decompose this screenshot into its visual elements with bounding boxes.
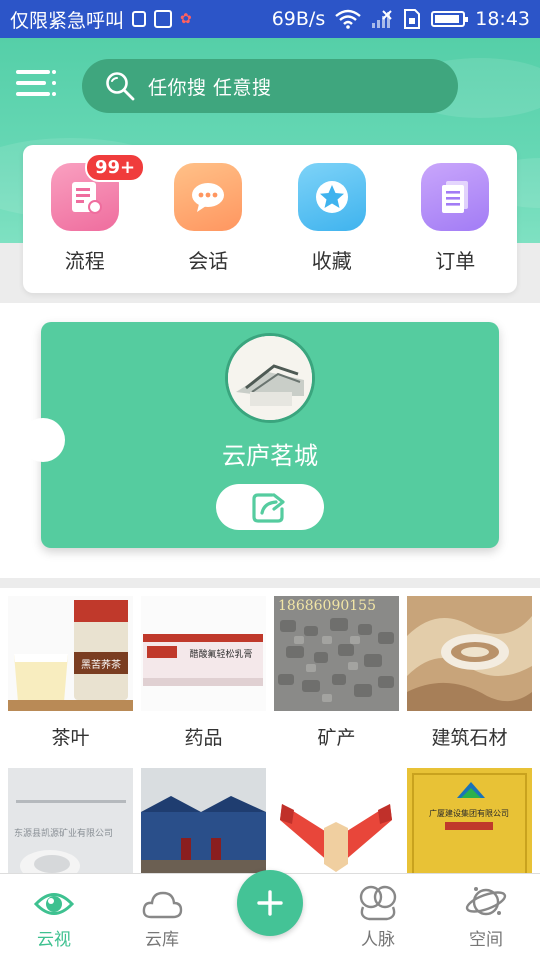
gravel-image: 18686090155	[274, 596, 399, 711]
category-label: 药品	[184, 727, 223, 749]
signal-icon	[372, 10, 392, 28]
medicine-product-image: 醋酸氟轻松乳膏	[141, 596, 266, 711]
warehouse-image	[141, 768, 266, 883]
nav-label: 云视	[37, 930, 71, 950]
huawei-icon: ✿	[180, 11, 192, 27]
category-label: 建筑石材	[431, 727, 508, 749]
status-bar: 仅限紧急呼叫 ✿ 69B/s 18:43	[0, 0, 540, 38]
gallery-icon	[154, 10, 173, 28]
nav-item-yunku[interactable]: 云库	[108, 874, 216, 960]
planet-icon	[465, 887, 507, 916]
category-label: 矿产	[317, 727, 356, 749]
wifi-icon	[335, 9, 362, 29]
notification-badge: 99+	[85, 153, 146, 182]
eye-icon	[34, 893, 74, 915]
share-button[interactable]	[216, 484, 324, 530]
featured-section: 云庐茗城	[0, 303, 540, 578]
menu-button[interactable]	[16, 68, 56, 98]
tea-package-text: 黑苦荞茶	[81, 658, 121, 671]
carrier-text: 仅限紧急呼叫	[10, 9, 125, 32]
battery-icon	[431, 11, 469, 27]
sim-icon	[132, 11, 147, 27]
powder-product-image: 东源县凯源矿业有限公司	[8, 768, 133, 883]
sim-card-icon	[404, 9, 421, 29]
nav-item-kongjian[interactable]: 空间	[432, 874, 540, 960]
mining-company-text: 东源县凯源矿业有限公司	[14, 827, 113, 839]
chat-bubble-icon	[174, 163, 243, 231]
category-item-6[interactable]	[141, 768, 266, 883]
drone-image	[274, 768, 399, 883]
quick-actions-panel: 99+ 流程 会话 收藏 订单	[23, 145, 517, 293]
add-button[interactable]	[237, 870, 303, 936]
quick-action-orders[interactable]: 订单	[394, 145, 518, 293]
certificate-image: 广厦建设集团有限公司	[407, 768, 532, 883]
search-bar[interactable]: 任你搜 任意搜	[82, 59, 458, 113]
list-doc-icon	[421, 163, 490, 231]
nav-label: 空间	[469, 930, 503, 950]
avatar	[225, 333, 315, 423]
nav-item-yunshi[interactable]: 云视	[0, 874, 108, 960]
quick-action-process[interactable]: 99+ 流程	[23, 145, 147, 293]
quick-action-favorites[interactable]: 收藏	[270, 145, 394, 293]
star-icon	[297, 163, 366, 231]
certificate-company-text: 广厦建设集团有限公司	[429, 808, 509, 818]
quick-action-label: 会话	[188, 249, 229, 273]
category-label: 茶叶	[51, 727, 90, 749]
search-icon	[106, 72, 135, 101]
category-item-8[interactable]: 广厦建设集团有限公司	[407, 768, 532, 883]
nav-label: 云库	[145, 930, 179, 950]
share-icon	[252, 493, 285, 523]
marble-image	[407, 596, 532, 711]
search-placeholder: 任你搜 任意搜	[148, 76, 272, 99]
category-tea[interactable]: 黑苦荞茶 茶叶	[8, 596, 133, 750]
nav-label: 人脉	[361, 930, 395, 950]
contacts-icon	[359, 885, 397, 921]
company-card[interactable]: 云庐茗城	[21, 322, 499, 548]
tea-product-image: 黑苦荞茶	[8, 596, 133, 711]
category-grid: 黑苦荞茶 茶叶 醋酸氟轻松乳膏 药品 18686090155 矿产 建筑石材 东…	[0, 588, 540, 883]
medicine-package-text: 醋酸氟轻松乳膏	[189, 648, 252, 660]
category-medicine[interactable]: 醋酸氟轻松乳膏 药品	[141, 596, 266, 750]
category-item-5[interactable]: 东源县凯源矿业有限公司	[8, 768, 133, 883]
quick-action-label: 订单	[435, 249, 476, 273]
gravel-phone-number: 18686090155	[278, 598, 376, 614]
quick-action-chat[interactable]: 会话	[147, 145, 271, 293]
quick-action-label: 流程	[64, 249, 105, 273]
category-building-stone[interactable]: 建筑石材	[407, 596, 532, 750]
section-divider	[0, 578, 540, 588]
cloud-icon	[142, 891, 183, 919]
network-speed: 69B/s	[271, 8, 326, 30]
category-minerals[interactable]: 18686090155 矿产	[274, 596, 399, 750]
clock-time: 18:43	[475, 8, 530, 30]
plus-icon	[257, 890, 283, 916]
card-title: 云庐茗城	[222, 442, 318, 470]
nav-item-renmai[interactable]: 人脉	[324, 874, 432, 960]
quick-action-label: 收藏	[311, 249, 352, 273]
category-item-7[interactable]	[274, 768, 399, 883]
